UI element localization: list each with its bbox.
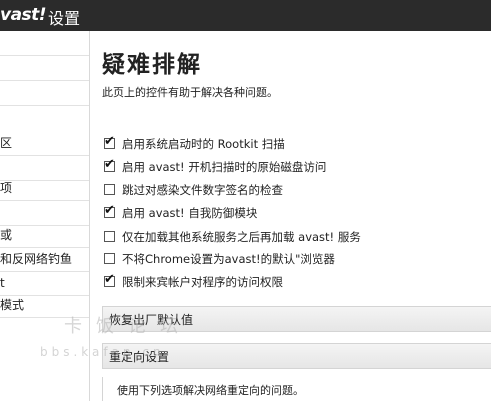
option-label: 不将Chrome设置为avast!的默认"浏览器: [122, 252, 335, 266]
sidebar-item[interactable]: [0, 56, 89, 81]
redirect-settings-description: 使用下列选项解决网络重定向的问题。: [117, 384, 304, 397]
option-delayed-service-load[interactable]: 仅在加载其他系统服务之后再加载 avast! 服务: [104, 228, 361, 246]
option-label: 启用 avast! 自我防御模块: [122, 206, 258, 220]
checkbox[interactable]: [104, 231, 115, 242]
sidebar-item[interactable]: 区: [0, 131, 89, 156]
checkbox[interactable]: [104, 253, 115, 264]
option-guest-restriction[interactable]: 限制来宾帐户对程序的访问权限: [104, 272, 283, 291]
redirect-settings-header[interactable]: 重定向设置: [102, 343, 491, 369]
option-label: 仅在加载其他系统服务之后再加载 avast! 服务: [122, 230, 361, 244]
option-skip-signature-check[interactable]: 跳过对感染文件数字签名的检查: [104, 181, 283, 199]
checkbox[interactable]: [104, 157, 115, 173]
sidebar-item[interactable]: [0, 31, 89, 56]
option-raw-disk-access[interactable]: 启用 avast! 开机扫描时的原始磁盘访问: [104, 157, 327, 176]
sidebar-item[interactable]: 项: [0, 176, 89, 201]
avast-logo: vast!: [0, 5, 47, 25]
option-label: 启用 avast! 开机扫描时的原始磁盘访问: [122, 160, 327, 174]
checkbox[interactable]: [104, 134, 115, 150]
page-description: 此页上的控件有助于解决各种问题。: [102, 86, 278, 99]
checkbox[interactable]: [104, 272, 115, 288]
sidebar-item[interactable]: 和反网络钓鱼: [0, 247, 89, 272]
option-rootkit-scan[interactable]: 启用系统启动时的 Rootkit 扫描: [104, 134, 285, 153]
redirect-settings-body: 使用下列选项解决网络重定向的问题。: [102, 377, 491, 401]
sidebar-item[interactable]: [0, 81, 89, 106]
option-label: 启用系统启动时的 Rootkit 扫描: [122, 137, 285, 151]
restore-defaults-button[interactable]: 恢复出厂默认值: [102, 306, 491, 332]
sidebar: 区 项 或 和反网络钓鱼 t 模式: [0, 31, 90, 401]
window-title: 设置: [48, 9, 81, 28]
option-label: 限制来宾帐户对程序的访问权限: [122, 275, 283, 289]
title-bar: vast! 设置: [0, 0, 491, 31]
sidebar-item[interactable]: 或: [0, 223, 89, 248]
main-panel: 疑难排解 此页上的控件有助于解决各种问题。 启用系统启动时的 Rootkit 扫…: [90, 31, 491, 401]
sidebar-item[interactable]: 模式: [0, 293, 89, 318]
option-label: 跳过对感染文件数字签名的检查: [122, 183, 283, 197]
checkbox[interactable]: [104, 184, 115, 195]
option-self-defense[interactable]: 启用 avast! 自我防御模块: [104, 203, 258, 222]
option-chrome-default-browser[interactable]: 不将Chrome设置为avast!的默认"浏览器: [104, 250, 335, 268]
page-title: 疑难排解: [102, 51, 202, 78]
checkbox[interactable]: [104, 203, 115, 219]
